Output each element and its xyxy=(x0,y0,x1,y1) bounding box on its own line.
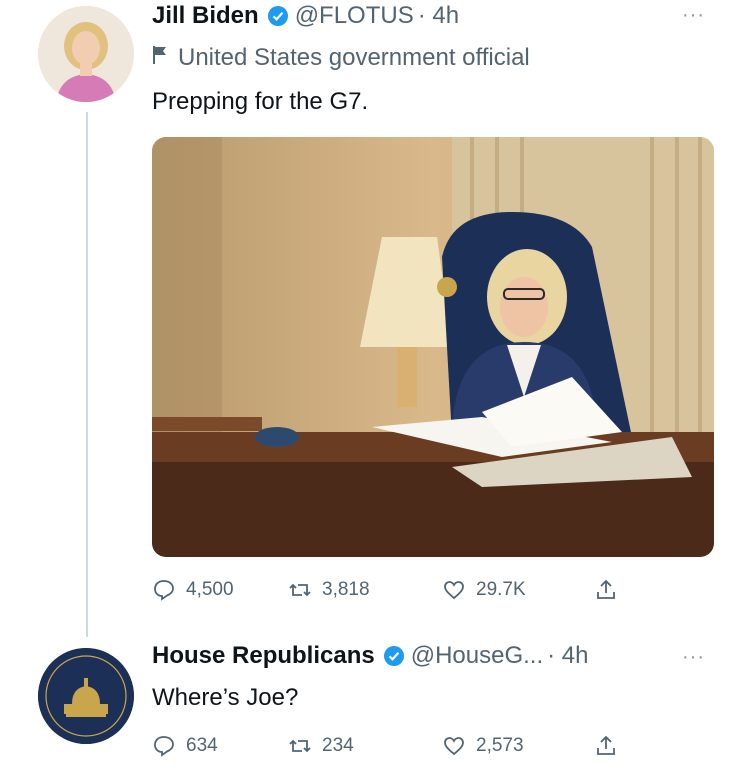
retweet-button[interactable]: 234 xyxy=(288,734,354,758)
government-label-text[interactable]: United States government official xyxy=(178,44,530,72)
retweet-button[interactable]: 3,818 xyxy=(288,578,370,602)
retweet-count: 234 xyxy=(322,735,354,756)
government-label: United States government official xyxy=(152,44,530,72)
share-button[interactable] xyxy=(594,734,628,758)
author-name[interactable]: House Republicans xyxy=(152,642,375,670)
tweet-actions: 634 234 2,573 xyxy=(152,732,712,764)
retweet-icon xyxy=(289,739,311,753)
reply-button[interactable]: 4,500 xyxy=(152,578,234,602)
like-button[interactable]: 2,573 xyxy=(442,734,524,758)
like-count: 2,573 xyxy=(476,735,524,756)
share-button[interactable] xyxy=(594,578,628,602)
tweet-photo[interactable] xyxy=(152,137,714,557)
flag-icon xyxy=(152,44,178,72)
more-options-icon[interactable]: ··· xyxy=(682,646,705,669)
like-count: 29.7K xyxy=(476,579,526,600)
tweet-header: Jill Biden @FLOTUS · 4h xyxy=(152,2,459,30)
avatar-house-republicans[interactable] xyxy=(38,648,134,744)
tweet-flotus[interactable]: Jill Biden @FLOTUS · 4h ··· United State… xyxy=(0,0,750,640)
verified-badge-icon xyxy=(383,645,405,667)
reply-count: 4,500 xyxy=(186,579,234,600)
tweet-header: House Republicans @HouseG... · 4h xyxy=(152,642,589,670)
tweet-time[interactable]: · 4h xyxy=(418,2,459,30)
tweet-actions: 4,500 3,818 29.7K xyxy=(152,576,712,608)
retweet-count: 3,818 xyxy=(322,579,370,600)
share-icon xyxy=(597,735,615,755)
avatar-jill-biden[interactable] xyxy=(38,6,134,102)
author-handle[interactable]: @HouseG... xyxy=(411,642,543,670)
like-button[interactable]: 29.7K xyxy=(442,578,526,602)
heart-icon xyxy=(444,737,464,756)
reply-icon xyxy=(154,736,174,757)
author-handle[interactable]: @FLOTUS xyxy=(295,2,414,30)
verified-badge-icon xyxy=(267,5,289,27)
tweet-text: Prepping for the G7. xyxy=(152,88,369,115)
author-name[interactable]: Jill Biden xyxy=(152,2,259,30)
reply-count: 634 xyxy=(186,735,218,756)
more-options-icon[interactable]: ··· xyxy=(682,4,705,27)
retweet-icon xyxy=(289,583,311,597)
tweet-house-republicans[interactable]: House Republicans @HouseG... · 4h ··· Wh… xyxy=(0,640,750,770)
reply-button[interactable]: 634 xyxy=(152,734,218,758)
share-icon xyxy=(597,579,615,599)
tweet-time[interactable]: · 4h xyxy=(547,642,588,670)
reply-icon xyxy=(154,580,174,601)
tweet-text: Where’s Joe? xyxy=(152,684,299,711)
heart-icon xyxy=(444,581,464,600)
